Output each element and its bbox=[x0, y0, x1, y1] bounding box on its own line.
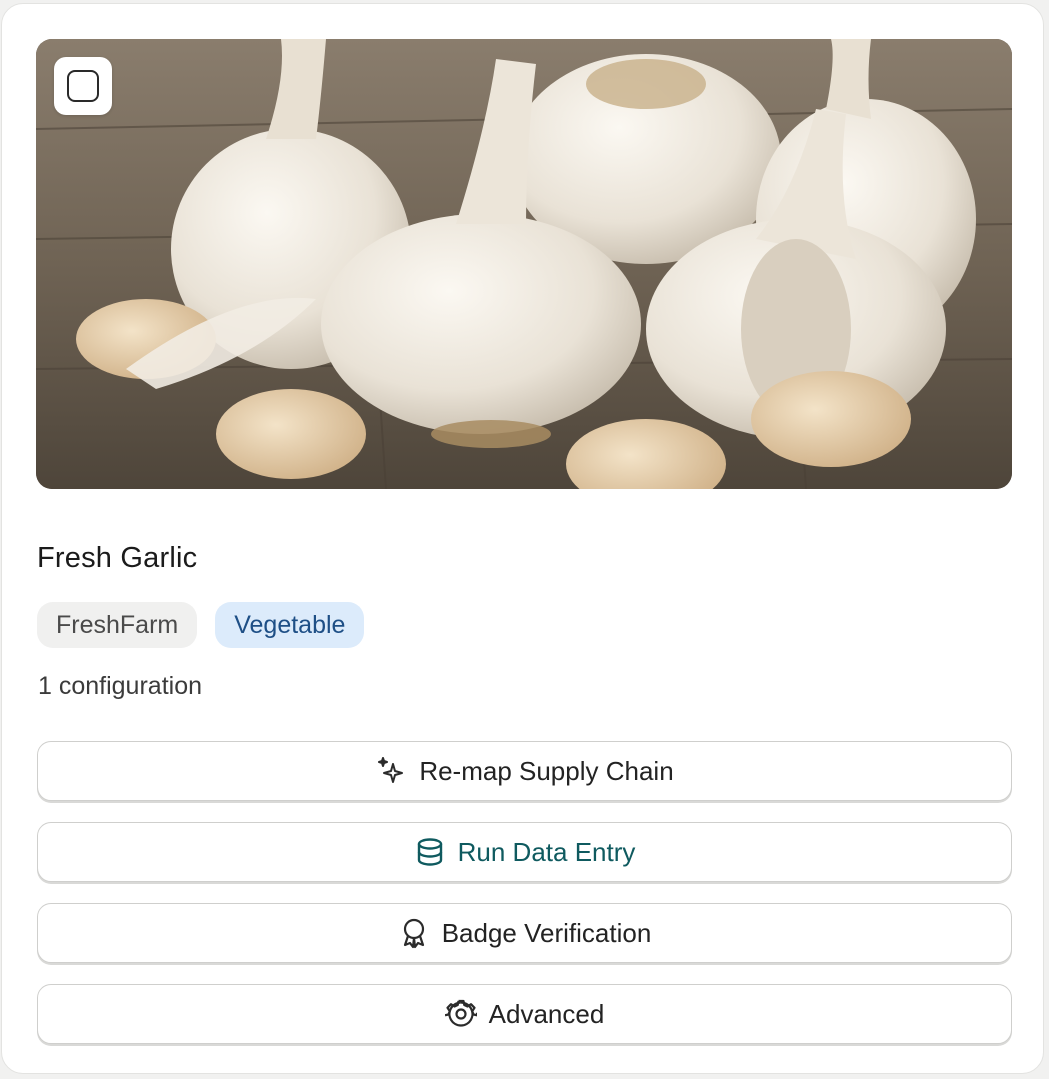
remap-label: Re-map Supply Chain bbox=[419, 755, 674, 786]
brand-tag: FreshFarm bbox=[37, 602, 198, 648]
category-tag: Vegetable bbox=[215, 602, 365, 648]
advanced-button[interactable]: Advanced bbox=[37, 984, 1012, 1044]
award-icon bbox=[398, 917, 430, 949]
run-label: Run Data Entry bbox=[457, 836, 636, 867]
badge-verification-button[interactable]: Badge Verification bbox=[37, 903, 1012, 963]
advanced-label: Advanced bbox=[488, 998, 605, 1029]
configuration-count: 1 configuration bbox=[38, 672, 203, 700]
product-title: Fresh Garlic bbox=[37, 542, 198, 574]
remap-supply-chain-button[interactable]: Re-map Supply Chain bbox=[37, 741, 1012, 801]
product-tags: FreshFarm Vegetable bbox=[37, 602, 365, 648]
database-icon bbox=[414, 836, 446, 868]
checkbox-square-icon bbox=[67, 70, 99, 102]
sparkles-icon bbox=[375, 755, 407, 787]
product-card: Fresh Garlic FreshFarm Vegetable 1 confi… bbox=[1, 3, 1044, 1074]
badge-label: Badge Verification bbox=[441, 917, 652, 948]
gear-icon bbox=[444, 998, 477, 1030]
run-data-entry-button[interactable]: Run Data Entry bbox=[37, 822, 1012, 882]
product-image bbox=[36, 39, 1012, 489]
select-checkbox[interactable] bbox=[54, 57, 112, 115]
